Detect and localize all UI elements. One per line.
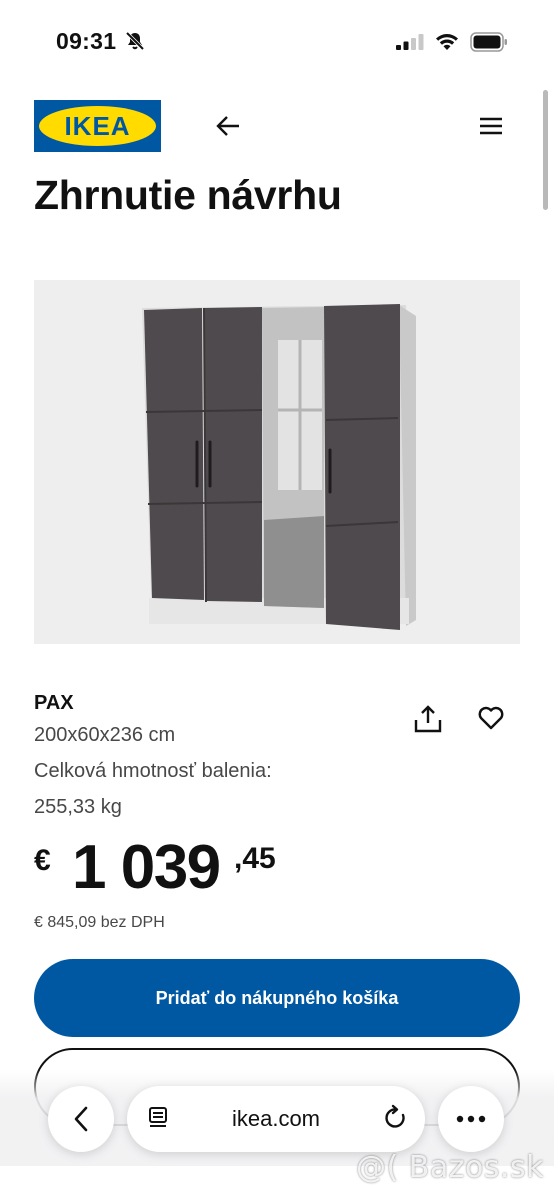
status-time: 09:31	[56, 28, 117, 54]
heart-icon	[478, 706, 504, 730]
price-currency: €	[34, 844, 51, 877]
watermark: @( Bazos.sk	[356, 1150, 544, 1185]
menu-button[interactable]	[474, 110, 508, 142]
hamburger-menu-icon	[480, 117, 502, 135]
product-name: PAX	[34, 692, 74, 714]
arrow-left-icon	[216, 116, 239, 136]
battery-icon	[470, 32, 508, 57]
product-weight-value: 255,33 kg	[34, 796, 122, 818]
reload-icon[interactable]	[383, 1104, 409, 1137]
back-button[interactable]	[210, 110, 246, 142]
bell-slash-icon	[124, 30, 146, 57]
address-bar[interactable]: ikea.com	[127, 1086, 425, 1152]
wardrobe-image	[142, 304, 416, 630]
add-to-cart-button[interactable]: Pridať do nákupného košíka	[34, 959, 520, 1037]
share-button[interactable]	[410, 700, 446, 738]
status-bar: 09:31	[0, 0, 554, 86]
browser-back-button[interactable]	[48, 1086, 114, 1152]
browser-more-button[interactable]	[438, 1086, 504, 1152]
product-image[interactable]	[34, 280, 520, 644]
scroll-indicator[interactable]	[543, 90, 548, 210]
share-icon	[414, 705, 442, 733]
price-decimal: ,45	[234, 842, 276, 875]
page-title: Zhrnutie návrhu	[34, 172, 342, 218]
price-integer: 1 039	[72, 833, 221, 902]
wifi-icon	[434, 32, 460, 57]
price-without-vat: € 845,09 bez DPH	[34, 914, 165, 931]
logo-oval: IKEA	[39, 106, 156, 146]
logo-text: IKEA	[64, 110, 131, 141]
product-weight-label: Celková hmotnosť balenia:	[34, 760, 272, 782]
url-text: ikea.com	[231, 1106, 321, 1131]
chevron-left-icon	[74, 1106, 88, 1132]
more-dots-icon	[456, 1115, 486, 1123]
favorite-button[interactable]	[474, 700, 508, 736]
cellular-signal-icon	[396, 34, 424, 55]
ikea-logo[interactable]: IKEA	[34, 100, 161, 152]
price: € 1 039 ,45	[34, 832, 354, 902]
product-dimensions: 200x60x236 cm	[34, 724, 176, 746]
site-header: IKEA	[0, 96, 554, 156]
